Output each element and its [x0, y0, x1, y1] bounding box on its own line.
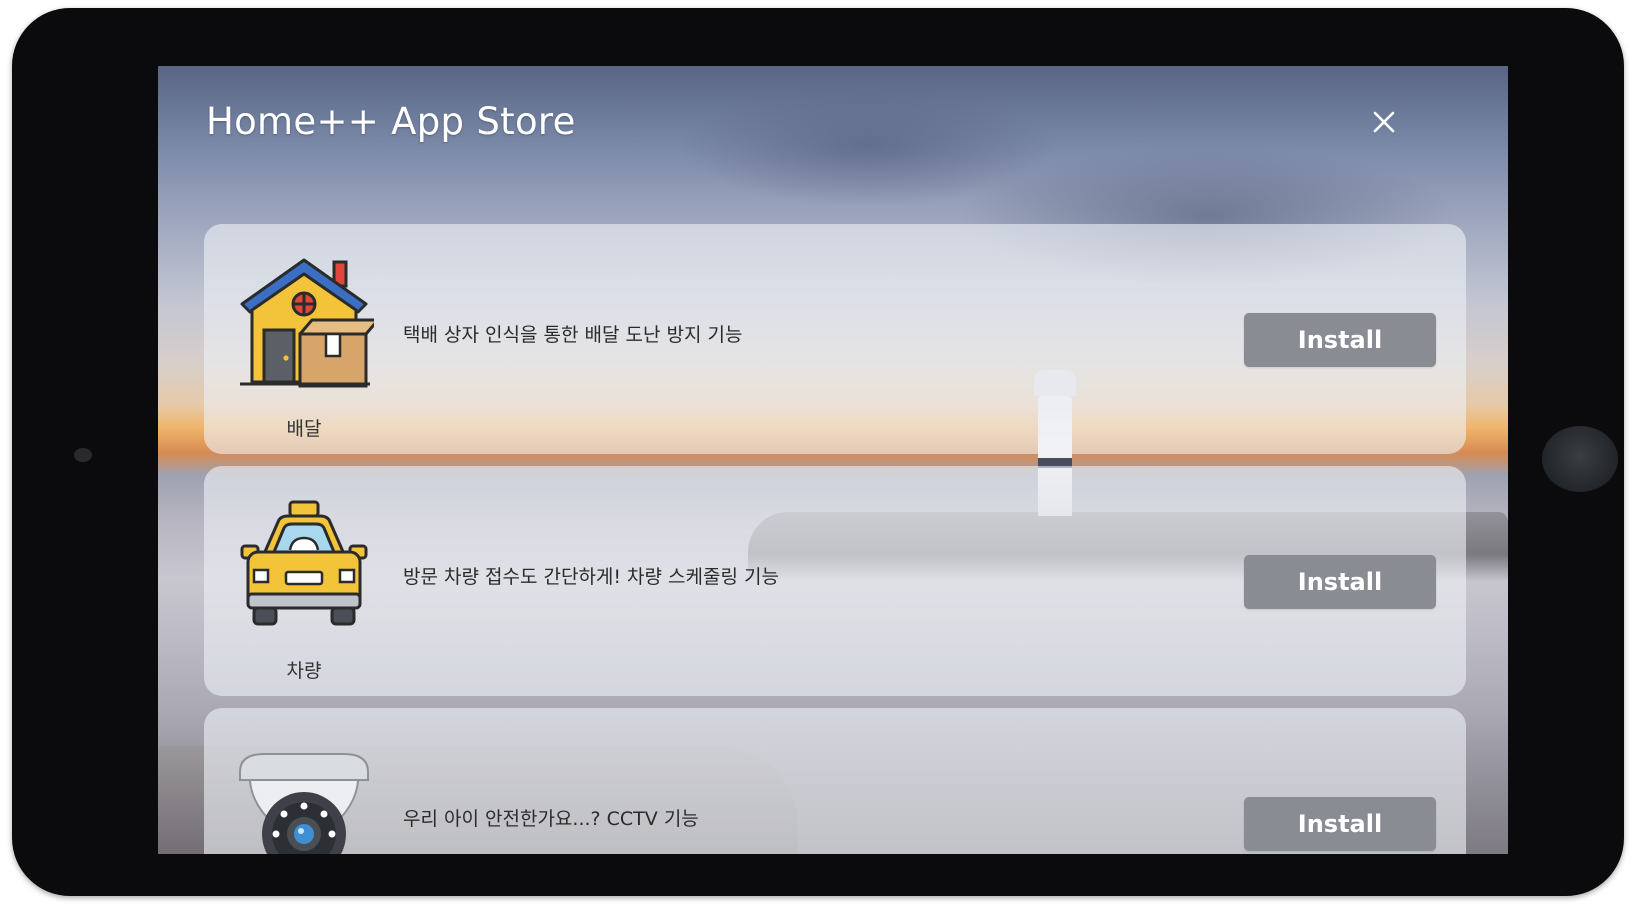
front-camera	[74, 448, 92, 462]
taxi-car-icon	[234, 494, 374, 634]
app-card-delivery: 배달 택배 상자 인식을 통한 배달 도난 방지 기능 Install	[204, 224, 1466, 454]
close-button[interactable]	[1366, 104, 1402, 140]
home-button[interactable]	[1542, 426, 1618, 492]
app-list: 배달 택배 상자 인식을 통한 배달 도난 방지 기능 Install 차량 방…	[204, 224, 1466, 854]
install-button-delivery[interactable]: Install	[1244, 313, 1436, 367]
tablet-frame: Home++ App Store 배달 택배 상자 인식을 통한 배달 도난 방…	[12, 8, 1624, 896]
app-store-title: Home++ App Store	[206, 100, 576, 143]
app-card-vehicle: 차량 방문 차량 접수도 간단하게! 차량 스케줄링 기능 Install	[204, 466, 1466, 696]
app-description: 방문 차량 접수도 간단하게! 차량 스케줄링 기능	[403, 566, 779, 588]
app-description: 우리 아이 안전한가요...? CCTV 기능	[403, 808, 699, 830]
app-name: 배달	[286, 418, 322, 440]
cctv-camera-icon	[234, 736, 374, 854]
screen: Home++ App Store 배달 택배 상자 인식을 통한 배달 도난 방…	[158, 66, 1508, 854]
install-button-cctv[interactable]: Install	[1244, 797, 1436, 851]
app-description: 택배 상자 인식을 통한 배달 도난 방지 기능	[403, 324, 743, 346]
close-icon	[1366, 104, 1402, 140]
house-package-icon	[234, 252, 374, 392]
app-card-cctv: 우리 아이 안전한가요...? CCTV 기능 Install	[204, 708, 1466, 854]
install-button-vehicle[interactable]: Install	[1244, 555, 1436, 609]
app-name: 차량	[286, 660, 322, 682]
